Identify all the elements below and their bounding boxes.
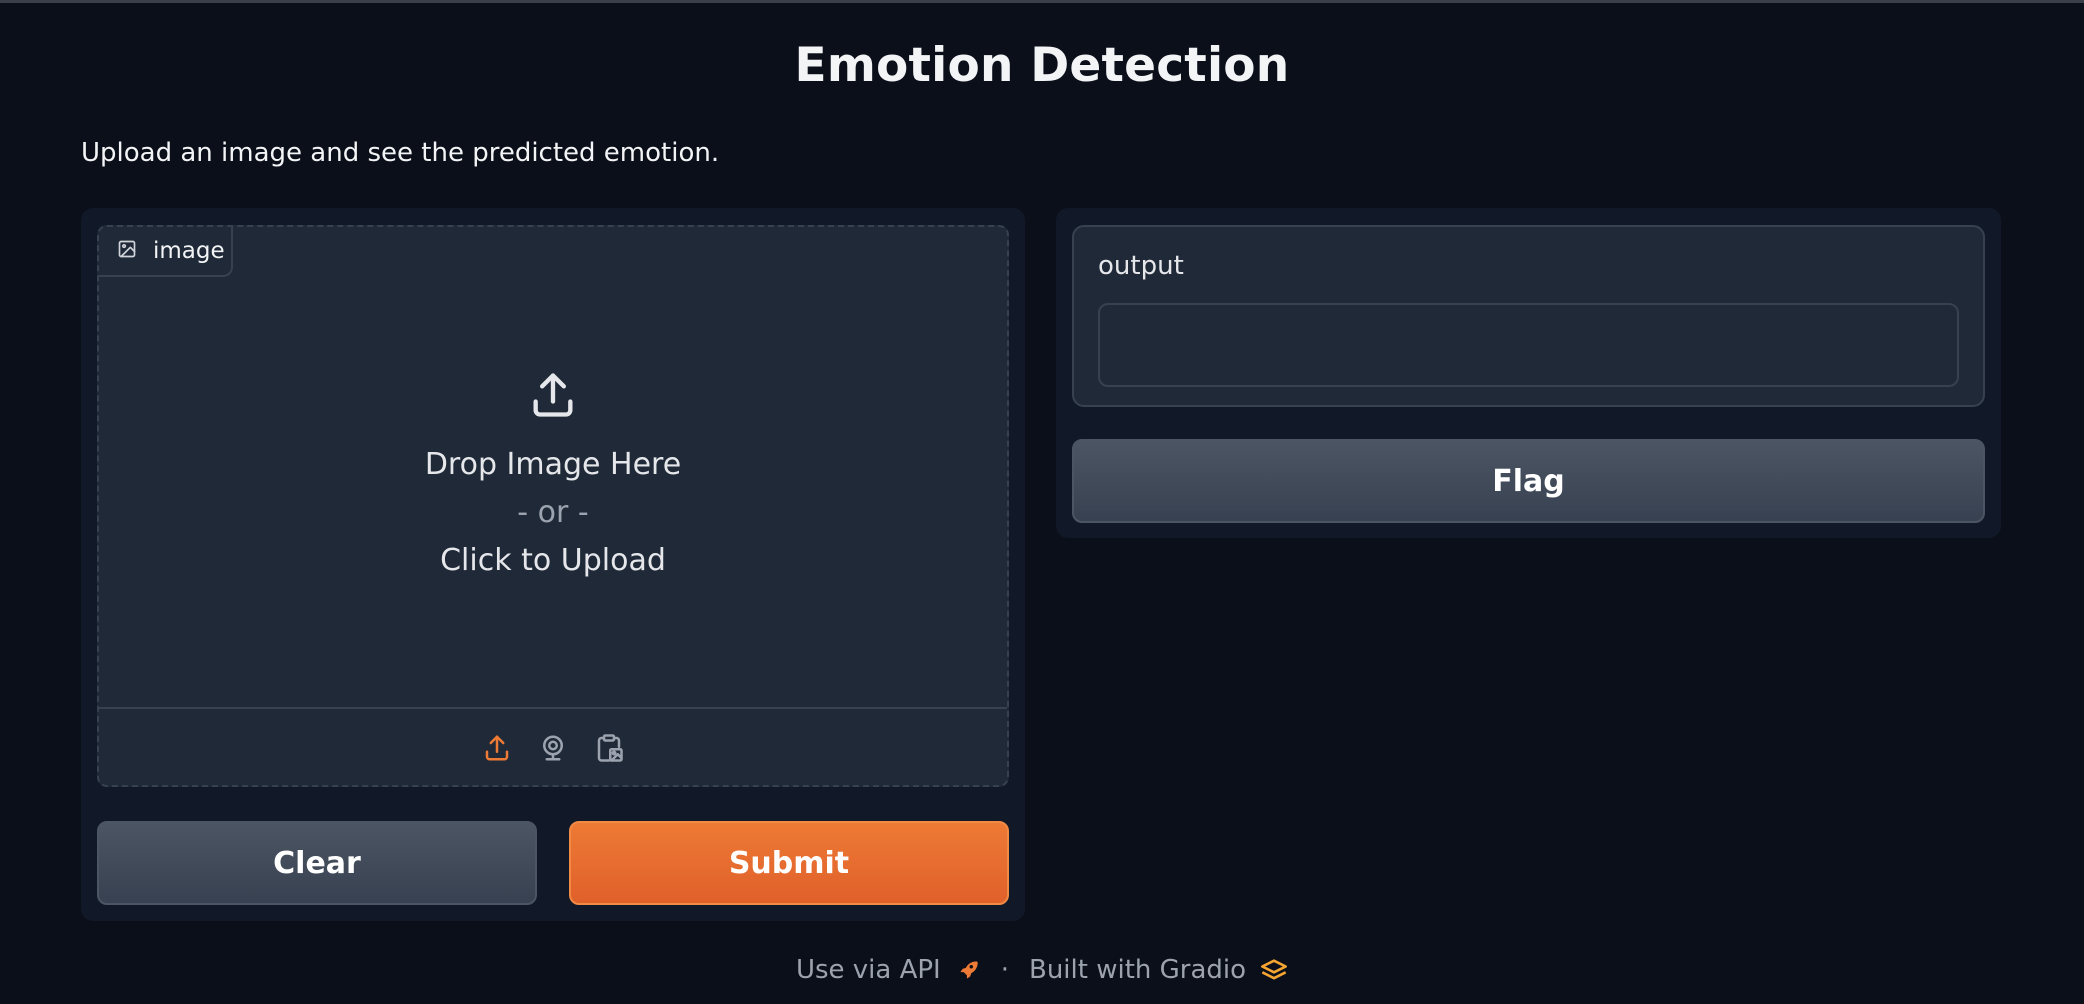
or-text: - or - <box>517 495 589 530</box>
output-block: output <box>1072 225 1985 407</box>
page-description: Upload an image and see the predicted em… <box>81 138 720 168</box>
output-label: output <box>1098 251 1184 281</box>
input-panel: image Drop Image Here - or - Click to Up… <box>81 208 1025 921</box>
drop-image-text: Drop Image Here <box>424 447 682 482</box>
footer-separator: · <box>1000 955 1009 985</box>
output-panel: output Flag <box>1056 208 2001 538</box>
api-rocket-icon <box>955 957 981 983</box>
output-textbox[interactable] <box>1098 303 1959 387</box>
gradio-logo-icon <box>1260 956 1288 984</box>
flag-button[interactable]: Flag <box>1072 439 1985 523</box>
built-with-gradio-link[interactable]: Built with Gradio <box>1029 955 1246 985</box>
page-title: Emotion Detection <box>794 38 1290 93</box>
click-to-upload-text: Click to Upload <box>440 543 666 578</box>
clear-button[interactable]: Clear <box>97 821 537 905</box>
drop-area[interactable]: Drop Image Here - or - Click to Upload <box>99 227 1007 707</box>
use-via-api-link[interactable]: Use via API <box>796 955 941 985</box>
source-selector <box>99 707 1007 785</box>
webcam-icon[interactable] <box>536 731 570 765</box>
submit-button[interactable]: Submit <box>569 821 1009 905</box>
footer: Use via API · Built with Gradio <box>0 955 2084 985</box>
clipboard-icon[interactable] <box>592 731 626 765</box>
upload-icon <box>527 369 579 425</box>
upload-source-icon[interactable] <box>480 731 514 765</box>
image-upload-dropzone[interactable]: image Drop Image Here - or - Click to Up… <box>97 225 1009 787</box>
window-top-border <box>0 0 2084 3</box>
